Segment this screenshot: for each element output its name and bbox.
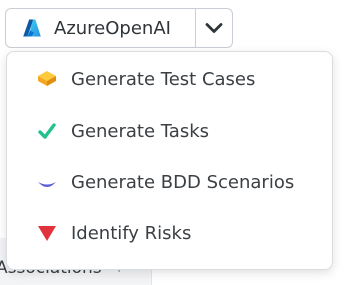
menu-item-label: Generate Tasks: [71, 120, 210, 142]
menu-item-generate-test-cases[interactable]: Generate Test Cases: [7, 57, 332, 101]
menu-item-label: Generate BDD Scenarios: [71, 171, 295, 193]
provider-select-button[interactable]: AzureOpenAI: [6, 9, 195, 47]
provider-label: AzureOpenAI: [54, 17, 171, 39]
menu-item-identify-risks[interactable]: Identify Risks: [7, 211, 332, 255]
provider-dropdown-toggle[interactable]: [195, 9, 232, 47]
warning-triangle-icon: [35, 221, 59, 245]
menu-item-label: Generate Test Cases: [71, 68, 256, 90]
cube-icon: [35, 67, 59, 91]
azure-icon: [22, 18, 42, 38]
menu-item-generate-tasks[interactable]: Generate Tasks: [7, 109, 332, 153]
generate-menu: Generate Test Cases Generate Tasks Gener…: [6, 51, 333, 270]
chevron-down-icon: [205, 19, 223, 38]
menu-item-label: Identify Risks: [71, 222, 192, 244]
smile-curve-icon: [35, 170, 59, 194]
provider-split-button: AzureOpenAI: [5, 8, 233, 48]
menu-item-generate-bdd-scenarios[interactable]: Generate BDD Scenarios: [7, 160, 332, 204]
checkmark-icon: [35, 119, 59, 143]
